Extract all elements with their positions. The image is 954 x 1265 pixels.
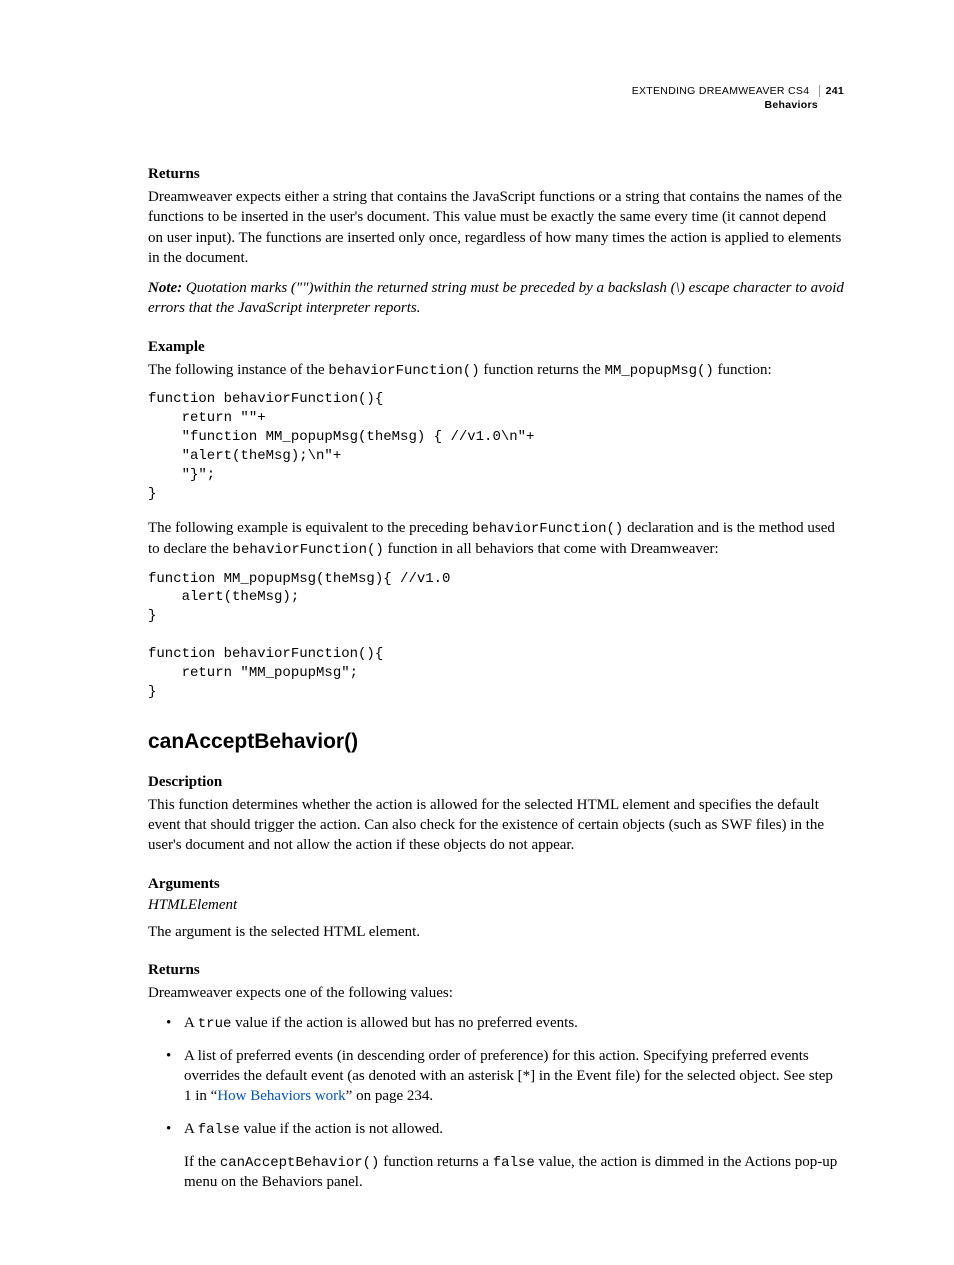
inline-code: false: [493, 1155, 535, 1171]
list-item: A list of preferred events (in descendin…: [166, 1046, 844, 1107]
inline-code: MM_popupMsg(): [605, 363, 714, 379]
page-header: EXTENDING DREAMWEAVER CS4 241 Behaviors: [148, 85, 844, 111]
inline-code: behaviorFunction(): [328, 363, 479, 379]
example-intro-post: function:: [714, 362, 772, 378]
bullet-text: A: [184, 1121, 198, 1137]
inline-code: false: [198, 1122, 240, 1138]
note-lead: Note:: [148, 280, 182, 296]
code-block-2: function MM_popupMsg(theMsg){ //v1.0 ale…: [148, 570, 844, 702]
header-line-1: EXTENDING DREAMWEAVER CS4 241: [632, 85, 844, 97]
note-paragraph: Note: Quotation marks ("")within the ret…: [148, 278, 844, 319]
para2-pre: The following example is equivalent to t…: [148, 520, 472, 536]
sub-text: function returns a: [379, 1154, 492, 1170]
inline-code: behaviorFunction(): [472, 521, 623, 537]
example-intro: The following instance of the behaviorFu…: [148, 360, 844, 381]
example-para-2: The following example is equivalent to t…: [148, 518, 844, 560]
note-body: Quotation marks ("")within the returned …: [148, 280, 844, 316]
page-content: EXTENDING DREAMWEAVER CS4 241 Behaviors …: [0, 0, 954, 1265]
argument-name: HTMLElement: [148, 897, 844, 914]
sub-text: If the: [184, 1154, 220, 1170]
bullet-text: value if the action is not allowed.: [240, 1121, 443, 1137]
bullet-text: value if the action is allowed but has n…: [231, 1015, 578, 1031]
function-title: canAcceptBehavior(): [148, 730, 844, 754]
inline-code: true: [198, 1016, 232, 1032]
description-heading: Description: [148, 774, 844, 791]
returns-body-1: Dreamweaver expects either a string that…: [148, 187, 844, 268]
para2-post: function in all behaviors that come with…: [384, 541, 719, 557]
inline-code: behaviorFunction(): [233, 542, 384, 558]
book-title: EXTENDING DREAMWEAVER CS4: [632, 85, 810, 97]
returns-heading-2: Returns: [148, 962, 844, 979]
cross-reference-link[interactable]: How Behaviors work: [217, 1088, 345, 1104]
description-body: This function determines whether the act…: [148, 795, 844, 856]
bullet-text: ” on page 234.: [346, 1088, 433, 1104]
returns-intro-2: Dreamweaver expects one of the following…: [148, 983, 844, 1003]
page-number: 241: [819, 85, 844, 97]
returns-heading-1: Returns: [148, 166, 844, 183]
list-item: A false value if the action is not allow…: [166, 1119, 844, 1193]
example-intro-mid: function returns the: [480, 362, 605, 378]
arguments-body: The argument is the selected HTML elemen…: [148, 922, 844, 942]
arguments-heading: Arguments: [148, 876, 844, 893]
example-heading: Example: [148, 339, 844, 356]
chapter-name: Behaviors: [148, 99, 844, 111]
bullet-sub-paragraph: If the canAcceptBehavior() function retu…: [184, 1152, 844, 1193]
returns-list: A true value if the action is allowed bu…: [166, 1013, 844, 1193]
example-intro-pre: The following instance of the: [148, 362, 328, 378]
list-item: A true value if the action is allowed bu…: [166, 1013, 844, 1034]
bullet-text: A: [184, 1015, 198, 1031]
inline-code: canAcceptBehavior(): [220, 1155, 380, 1171]
code-block-1: function behaviorFunction(){ return ""+ …: [148, 390, 844, 503]
